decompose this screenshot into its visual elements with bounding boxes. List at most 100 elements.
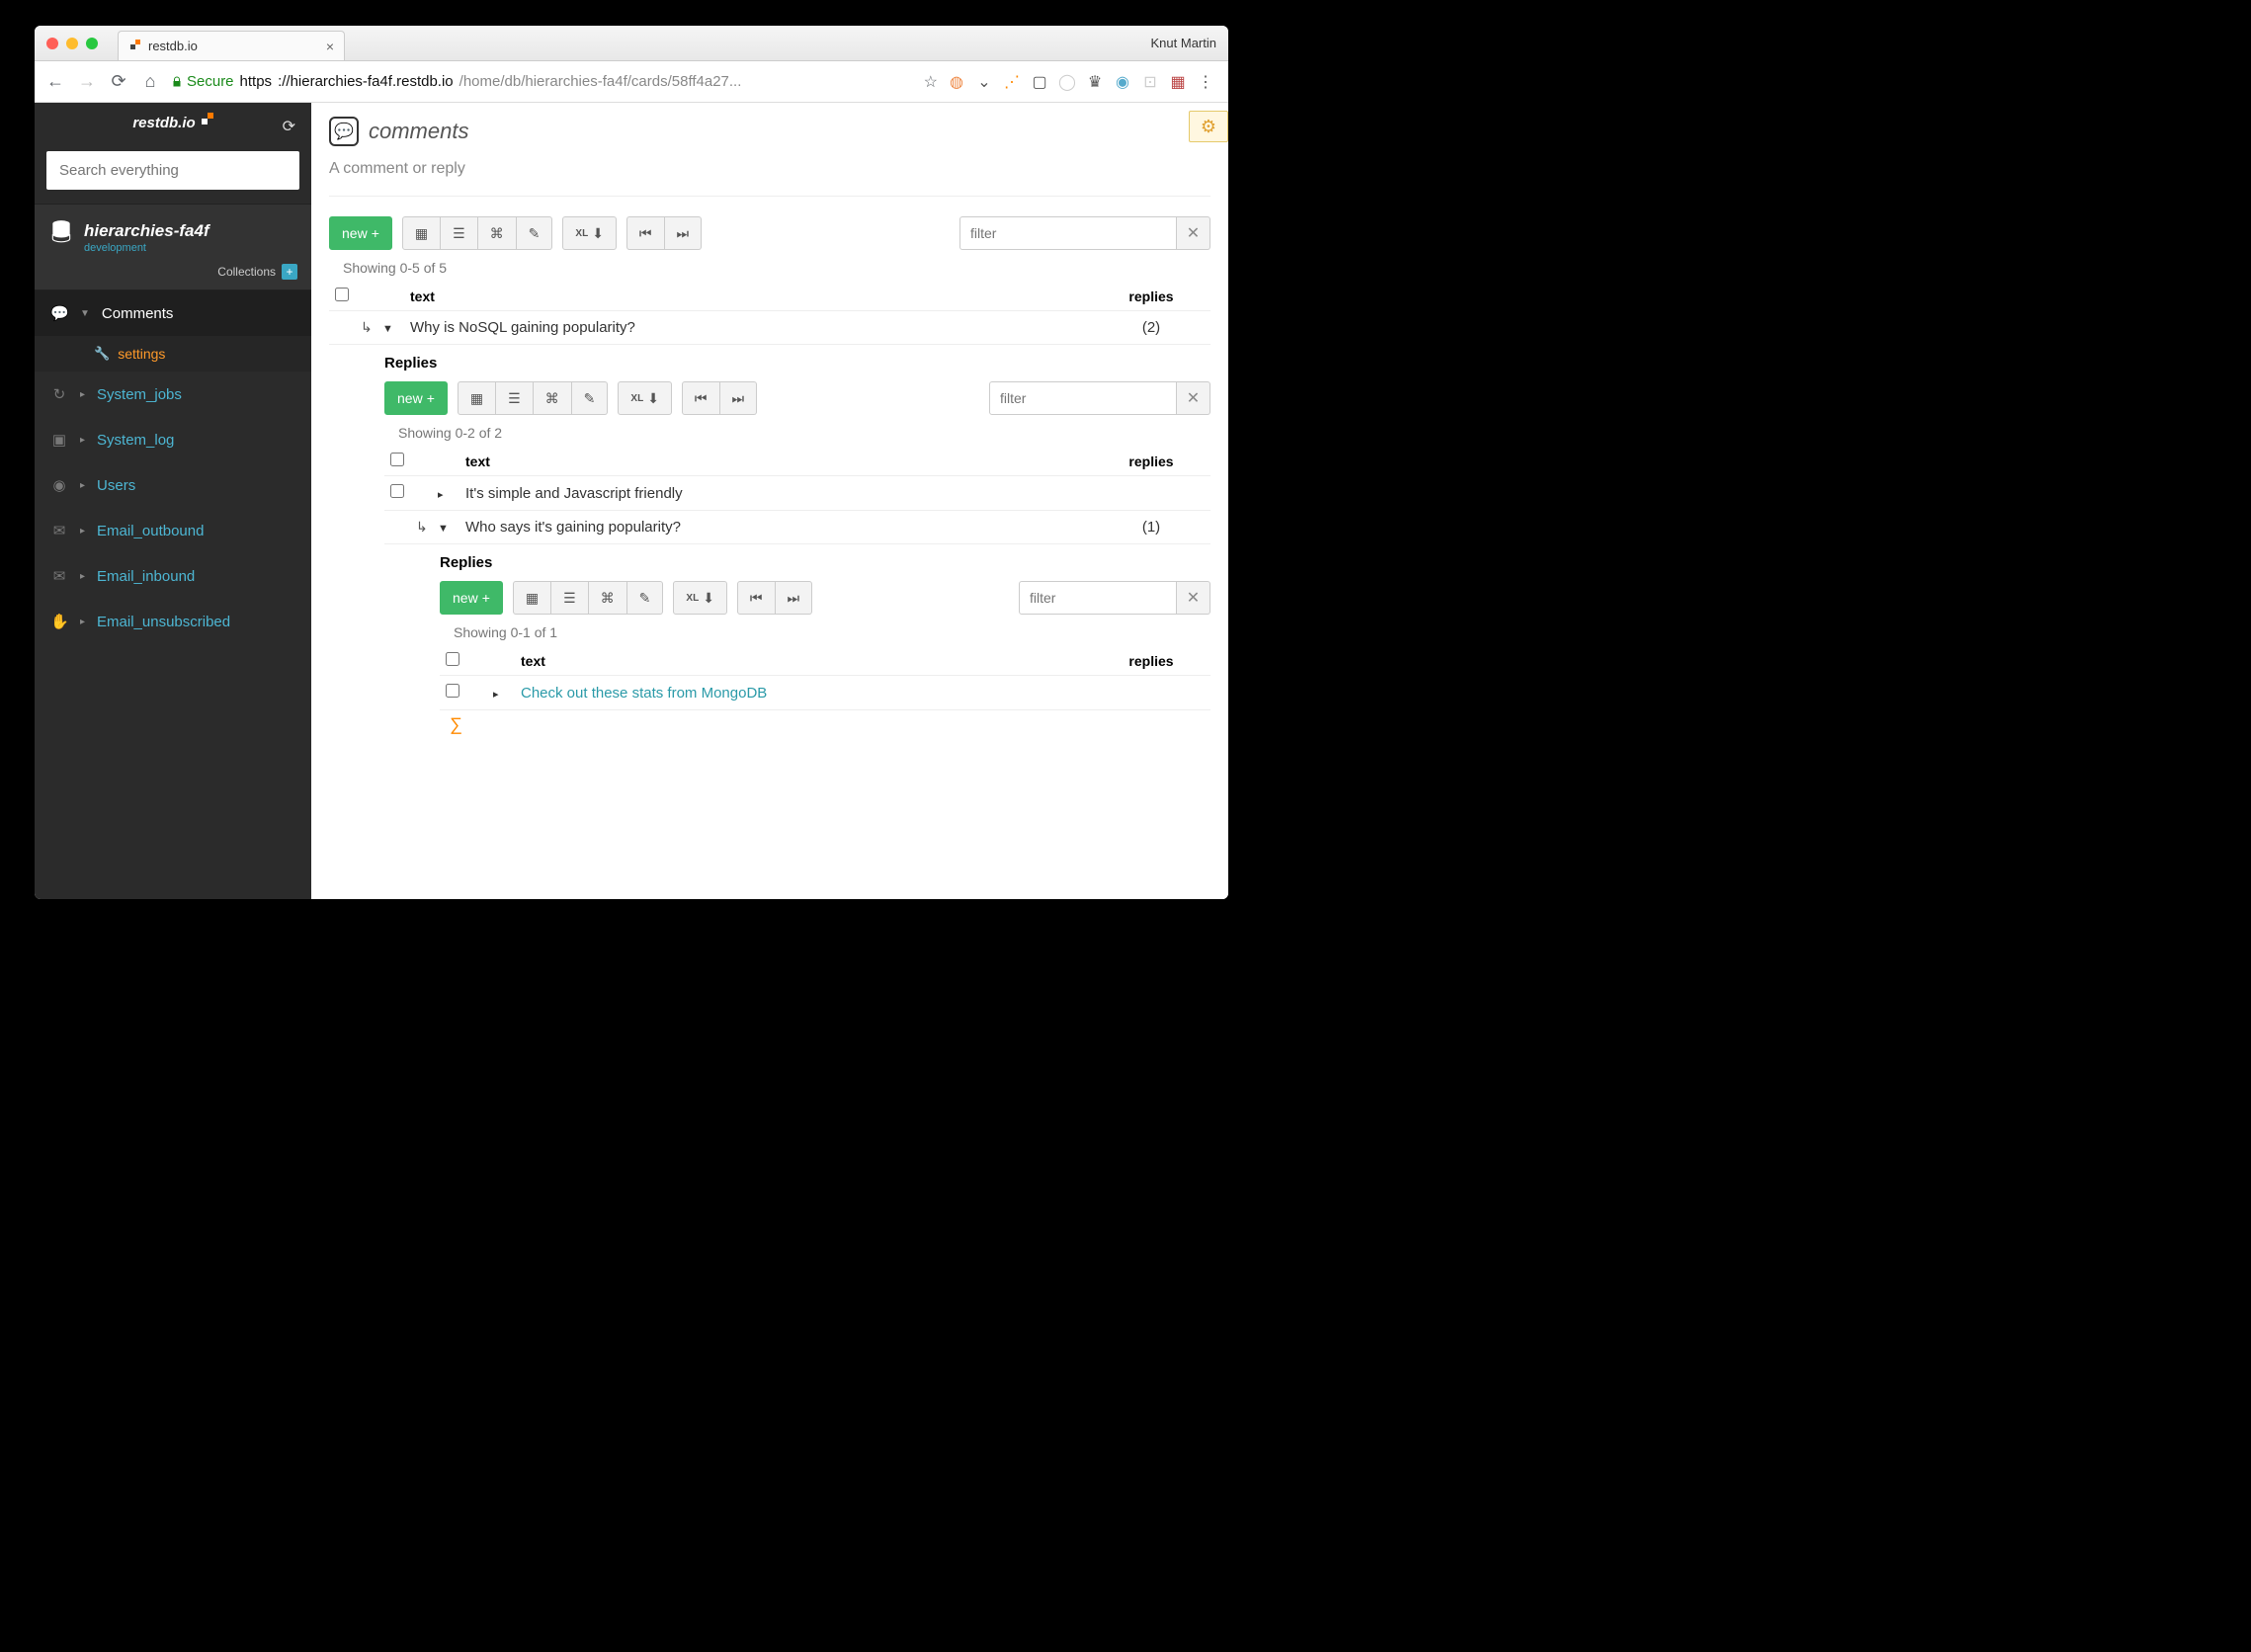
sidebar-item-system-jobs[interactable]: ↻ ▸ System_jobs bbox=[35, 372, 311, 417]
edit-view-button[interactable]: ✎ bbox=[517, 216, 553, 250]
new-button[interactable]: new + bbox=[440, 581, 503, 615]
drag-handle-icon[interactable]: ↳ bbox=[361, 319, 373, 335]
browser-toolbar: ← → ⟳ ⌂ Secure https ://hierarchies-fa4f… bbox=[35, 61, 1228, 103]
page-last-button[interactable]: ⏭ bbox=[665, 216, 703, 250]
address-bar[interactable]: Secure https ://hierarchies-fa4f.restdb.… bbox=[171, 73, 914, 90]
edit-view-button[interactable]: ✎ bbox=[627, 581, 664, 615]
ext-color-icon[interactable]: ◍ bbox=[948, 73, 965, 91]
browser-tab[interactable]: restdb.io × bbox=[118, 31, 345, 60]
row-text[interactable]: Check out these stats from MongoDB bbox=[515, 685, 1092, 702]
row-checkbox[interactable] bbox=[390, 484, 404, 498]
close-window-button[interactable] bbox=[46, 38, 58, 49]
browser-menu-icon[interactable]: ⋮ bbox=[1197, 73, 1214, 91]
export-xl-button[interactable]: XL ⬇ bbox=[673, 581, 727, 615]
new-button[interactable]: new + bbox=[329, 216, 392, 250]
header-text[interactable]: text bbox=[404, 289, 1092, 304]
expand-caret-icon[interactable]: ▼ bbox=[382, 323, 393, 335]
ext-crown-icon[interactable]: ♛ bbox=[1086, 73, 1104, 91]
list-view-button[interactable]: ☰ bbox=[496, 381, 534, 415]
maximize-window-button[interactable] bbox=[86, 38, 98, 49]
edit-view-button[interactable]: ✎ bbox=[572, 381, 609, 415]
select-all-checkbox[interactable] bbox=[446, 652, 459, 666]
row-checkbox[interactable] bbox=[446, 684, 459, 698]
table-header-row: text replies bbox=[440, 646, 1210, 676]
new-button[interactable]: new + bbox=[384, 381, 448, 415]
filter-clear-button[interactable]: ✕ bbox=[1177, 581, 1210, 615]
brand-logo[interactable]: restdb.io bbox=[48, 115, 297, 131]
tab-close-icon[interactable]: × bbox=[326, 39, 334, 54]
page-title: comments bbox=[369, 119, 468, 144]
table-row[interactable]: ↳ ▼ Why is NoSQL gaining popularity? (2) bbox=[329, 311, 1210, 345]
page-last-button[interactable]: ⏭ bbox=[776, 581, 813, 615]
ext-globe-icon[interactable]: ◉ bbox=[1114, 73, 1131, 91]
sidebar-item-users[interactable]: ◉ ▸ Users bbox=[35, 462, 311, 508]
table-header-row: text replies bbox=[384, 447, 1210, 476]
forward-button[interactable]: → bbox=[76, 71, 98, 92]
filter-input[interactable] bbox=[959, 216, 1177, 250]
sidebar-item-comments[interactable]: 💬 ▼ Comments bbox=[35, 290, 311, 336]
export-xl-button[interactable]: XL ⬇ bbox=[618, 381, 672, 415]
code-view-button[interactable]: ⌘ bbox=[589, 581, 627, 615]
export-xl-button[interactable]: XL ⬇ bbox=[562, 216, 617, 250]
edit-icon: ✎ bbox=[529, 225, 541, 242]
home-button[interactable]: ⌂ bbox=[139, 71, 161, 92]
back-button[interactable]: ← bbox=[44, 71, 66, 92]
filter-clear-button[interactable]: ✕ bbox=[1177, 216, 1210, 250]
header-replies[interactable]: replies bbox=[1092, 289, 1210, 304]
ext-pocket-icon[interactable]: ⌄ bbox=[975, 73, 993, 91]
ext-cast-icon[interactable]: ▢ bbox=[1031, 73, 1048, 91]
sidebar-item-system-log[interactable]: ▣ ▸ System_log bbox=[35, 417, 311, 462]
database-icon bbox=[48, 218, 74, 244]
url-host: ://hierarchies-fa4f.restdb.io bbox=[278, 73, 454, 90]
code-view-button[interactable]: ⌘ bbox=[534, 381, 572, 415]
drag-handle-icon[interactable]: ↳ bbox=[416, 519, 428, 535]
toolbar-level0: new + ▦ ☰ ⌘ ✎ XL ⬇ ⏮ ⏭ ✕ bbox=[329, 216, 1210, 250]
filter-clear-button[interactable]: ✕ bbox=[1177, 381, 1210, 415]
header-replies[interactable]: replies bbox=[1092, 653, 1210, 669]
ext-chat-icon[interactable]: ⊡ bbox=[1141, 73, 1159, 91]
sidebar-item-email-inbound[interactable]: ✉ ▸ Email_inbound bbox=[35, 553, 311, 599]
list-view-button[interactable]: ☰ bbox=[441, 216, 478, 250]
page-first-button[interactable]: ⏮ bbox=[737, 581, 776, 615]
xl-label: XL bbox=[575, 228, 588, 239]
grid-view-button[interactable]: ▦ bbox=[513, 581, 551, 615]
page-settings-button[interactable]: ⚙ bbox=[1189, 111, 1228, 142]
profile-name[interactable]: Knut Martin bbox=[1151, 36, 1228, 50]
filter-input[interactable] bbox=[1019, 581, 1177, 615]
page-first-button[interactable]: ⏮ bbox=[626, 216, 665, 250]
sidebar-item-email-outbound[interactable]: ✉ ▸ Email_outbound bbox=[35, 508, 311, 553]
page-last-button[interactable]: ⏭ bbox=[720, 381, 758, 415]
grid-view-button[interactable]: ▦ bbox=[402, 216, 441, 250]
url-path: /home/db/hierarchies-fa4f/cards/58ff4a27… bbox=[459, 73, 742, 90]
sidebar-refresh-icon[interactable]: ⟳ bbox=[283, 117, 295, 136]
reload-button[interactable]: ⟳ bbox=[108, 71, 129, 92]
replies-heading: Replies bbox=[440, 554, 1210, 571]
expand-caret-icon[interactable]: ▸ bbox=[493, 689, 499, 701]
minimize-window-button[interactable] bbox=[66, 38, 78, 49]
select-all-checkbox[interactable] bbox=[390, 453, 404, 466]
search-input[interactable] bbox=[46, 151, 299, 190]
sidebar-subitem-settings[interactable]: 🔧 settings bbox=[35, 336, 311, 372]
header-text[interactable]: text bbox=[515, 653, 1092, 669]
table-row[interactable]: ▸ Check out these stats from MongoDB bbox=[440, 676, 1210, 710]
code-icon: ⌘ bbox=[490, 225, 504, 242]
table-row[interactable]: ▸ It's simple and Javascript friendly bbox=[384, 476, 1210, 511]
select-all-checkbox[interactable] bbox=[335, 288, 349, 301]
page-first-button[interactable]: ⏮ bbox=[682, 381, 720, 415]
code-view-button[interactable]: ⌘ bbox=[478, 216, 517, 250]
expand-caret-icon[interactable]: ▼ bbox=[438, 523, 449, 535]
header-text[interactable]: text bbox=[459, 454, 1092, 469]
grid-view-button[interactable]: ▦ bbox=[458, 381, 496, 415]
row-replies: (1) bbox=[1092, 519, 1210, 536]
header-replies[interactable]: replies bbox=[1092, 454, 1210, 469]
ext-circle-icon[interactable]: ◯ bbox=[1058, 73, 1076, 91]
table-row[interactable]: ↳ ▼ Who says it's gaining popularity? (1… bbox=[384, 511, 1210, 544]
list-view-button[interactable]: ☰ bbox=[551, 581, 589, 615]
bookmark-star-icon[interactable]: ☆ bbox=[924, 72, 938, 92]
add-collection-button[interactable]: + bbox=[282, 264, 297, 280]
ext-pixel-icon[interactable]: ▦ bbox=[1169, 73, 1187, 91]
sidebar-item-email-unsubscribed[interactable]: ✋ ▸ Email_unsubscribed bbox=[35, 599, 311, 644]
expand-caret-icon[interactable]: ▸ bbox=[438, 489, 444, 501]
filter-input[interactable] bbox=[989, 381, 1177, 415]
ext-rss-icon[interactable]: ⋰ bbox=[1003, 73, 1021, 91]
